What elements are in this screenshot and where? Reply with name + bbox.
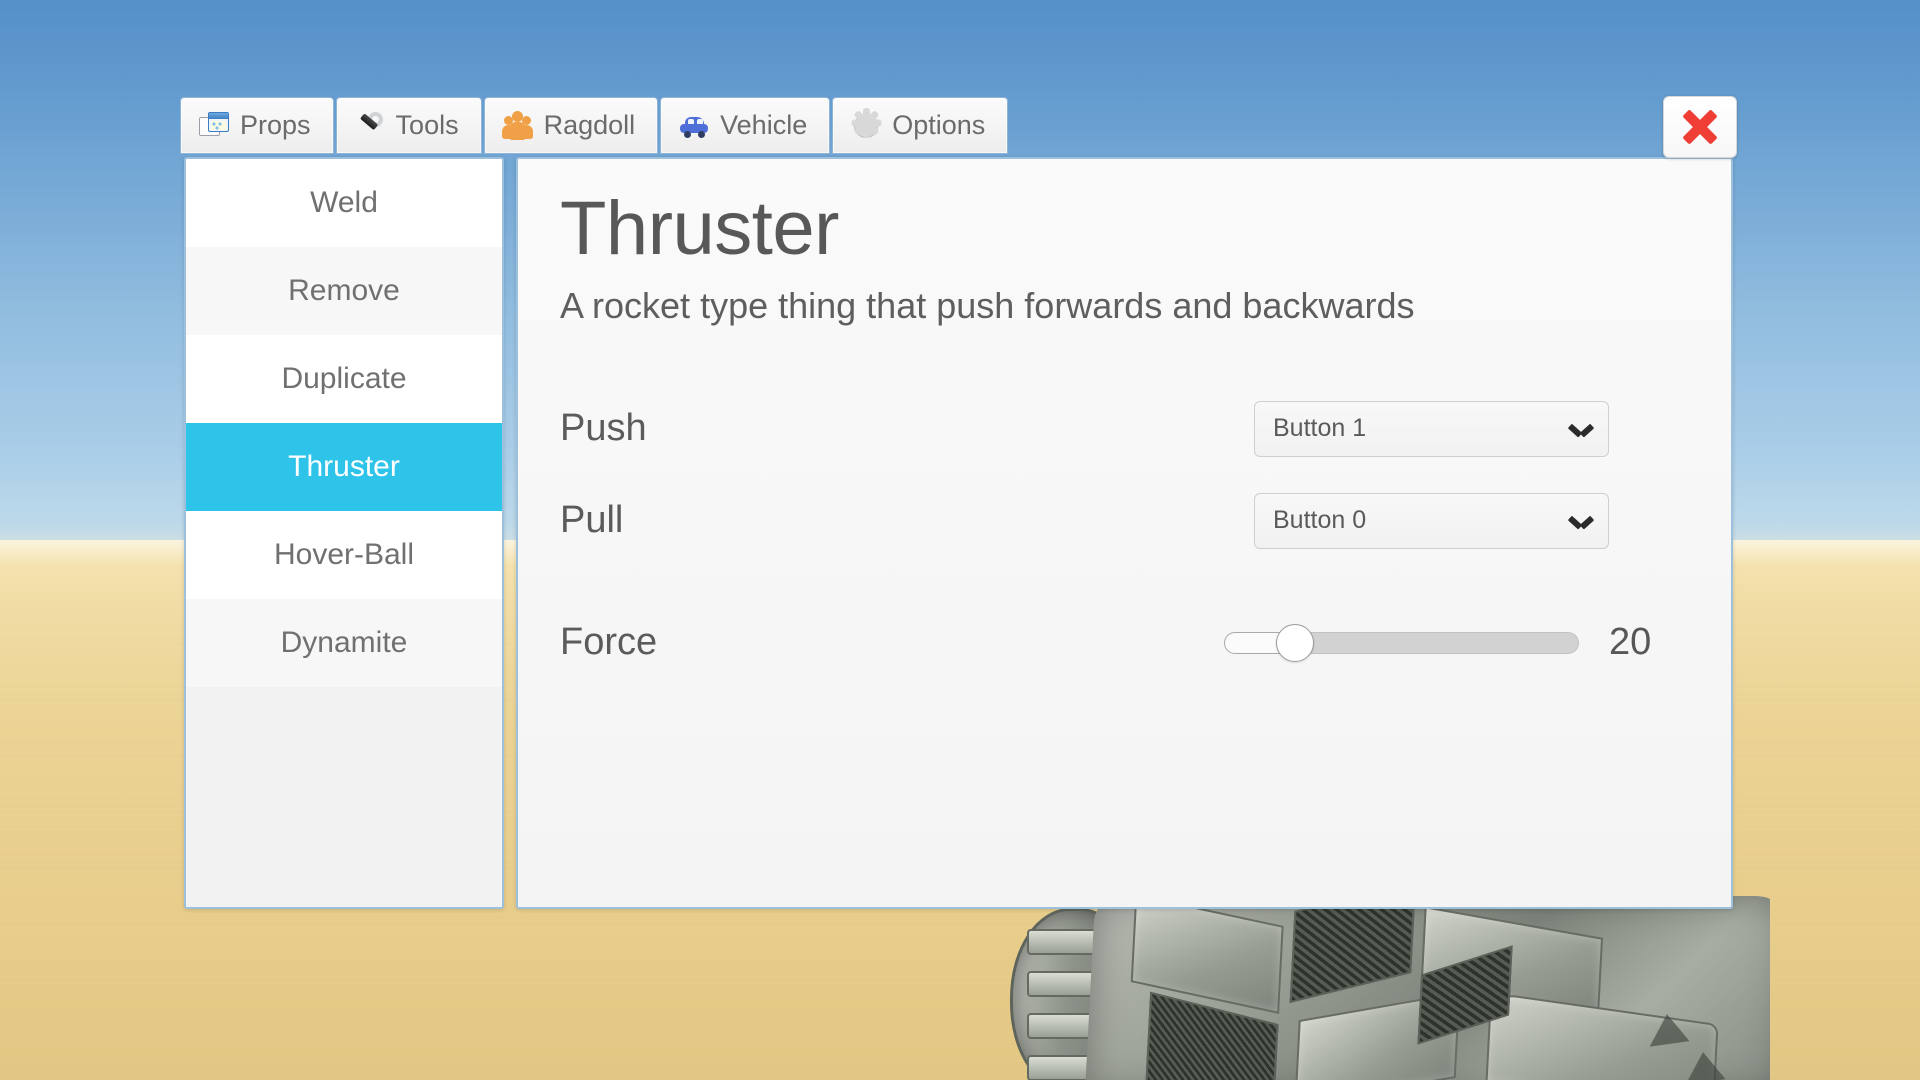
- tab-ragdoll[interactable]: Ragdoll: [483, 97, 659, 154]
- force-slider-wrapper: 20: [1224, 621, 1669, 664]
- people-group-icon: [501, 110, 533, 141]
- setting-label: Force: [560, 621, 658, 664]
- dropdown-value: Button 0: [1273, 506, 1367, 535]
- setting-control: 20: [1160, 621, 1675, 664]
- main-tab-bar: Props Tools Ragdoll Vehicle Options: [180, 97, 1009, 154]
- settings-rows: Push Button 1 Pull Button 0 Force 20: [560, 387, 1675, 685]
- sidebar-item-dynamite[interactable]: Dynamite: [186, 599, 502, 687]
- setting-label: Push: [560, 407, 647, 450]
- gear-icon: [851, 107, 882, 141]
- sidebar-item-duplicate[interactable]: Duplicate: [186, 335, 502, 423]
- tab-label: Vehicle: [720, 110, 808, 140]
- setting-label: Pull: [560, 499, 624, 542]
- tab-label: Props: [240, 110, 311, 140]
- page-title: Thruster: [560, 186, 839, 271]
- push-binding-dropdown[interactable]: Button 1: [1254, 400, 1609, 457]
- tool-detail-panel: Thruster A rocket type thing that push f…: [516, 157, 1733, 909]
- prop-hull: [1084, 896, 1770, 1080]
- sidebar-item-remove[interactable]: Remove: [186, 247, 502, 335]
- force-slider[interactable]: [1224, 623, 1579, 662]
- pull-binding-dropdown[interactable]: Button 0: [1254, 492, 1609, 549]
- setting-row-force: Force 20: [560, 601, 1675, 685]
- sidebar-item-label: Dynamite: [280, 626, 408, 659]
- sidebar-item-thruster[interactable]: Thruster: [186, 423, 502, 511]
- chevron-down-icon: [1570, 515, 1592, 527]
- windows-stack-icon: [199, 111, 229, 141]
- sidebar-item-hover-ball[interactable]: Hover-Ball: [186, 511, 502, 599]
- slider-track-remaining: [1295, 631, 1579, 654]
- metal-prop-object: [1010, 896, 1770, 1080]
- tab-label: Options: [892, 110, 986, 140]
- sidebar-item-label: Thruster: [288, 450, 400, 483]
- sidebar-item-label: Remove: [288, 274, 400, 307]
- setting-control: Button 1: [1160, 400, 1675, 457]
- setting-row-push: Push Button 1: [560, 387, 1675, 471]
- car-icon: [679, 111, 709, 141]
- tab-props[interactable]: Props: [180, 97, 334, 154]
- tool-menu-window: Weld Remove Duplicate Thruster Hover-Bal…: [180, 153, 1737, 913]
- sidebar-item-weld[interactable]: Weld: [186, 159, 502, 247]
- dropdown-value: Button 1: [1273, 414, 1367, 443]
- sidebar-empty-space: [186, 687, 502, 907]
- game-viewport: Props Tools Ragdoll Vehicle Options Weld…: [0, 0, 1920, 1080]
- setting-row-pull: Pull Button 0: [560, 479, 1675, 563]
- sidebar-item-label: Weld: [310, 186, 378, 219]
- slider-handle[interactable]: [1276, 623, 1314, 662]
- tab-label: Ragdoll: [543, 110, 636, 140]
- setting-control: Button 0: [1160, 492, 1675, 549]
- force-value: 20: [1609, 621, 1652, 664]
- sidebar-item-label: Duplicate: [281, 362, 407, 395]
- tab-vehicle[interactable]: Vehicle: [660, 97, 831, 154]
- tab-options[interactable]: Options: [832, 97, 1009, 154]
- tab-label: Tools: [395, 110, 459, 140]
- close-button[interactable]: [1663, 96, 1737, 158]
- page-subtitle: A rocket type thing that push forwards a…: [560, 284, 1415, 326]
- wrench-icon: [355, 108, 386, 141]
- sidebar-item-label: Hover-Ball: [273, 538, 415, 571]
- tool-list-sidebar: Weld Remove Duplicate Thruster Hover-Bal…: [184, 157, 504, 909]
- chevron-down-icon: [1570, 423, 1592, 435]
- tab-tools[interactable]: Tools: [335, 97, 482, 154]
